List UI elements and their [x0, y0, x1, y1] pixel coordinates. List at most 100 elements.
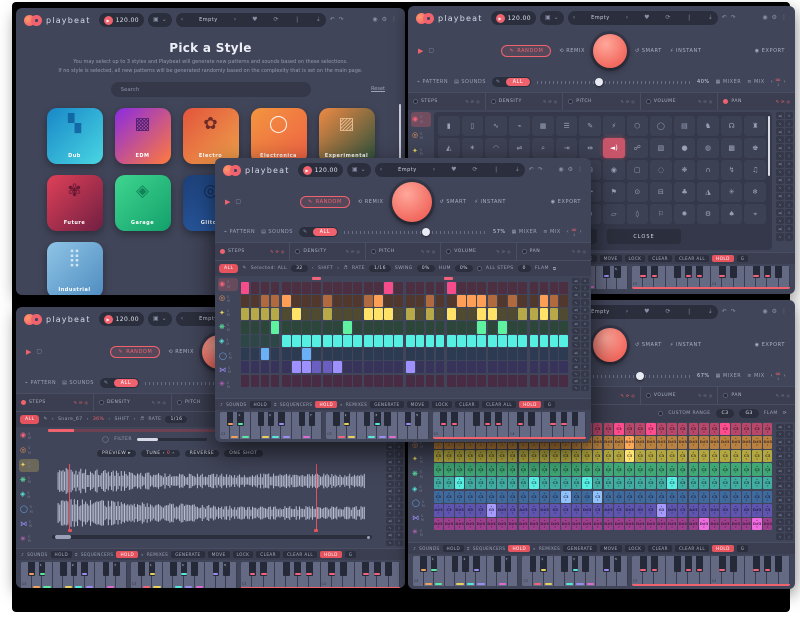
- tab-mini-icon[interactable]: ◎: [476, 99, 480, 104]
- pitch-cell[interactable]: ▴D#3▾: [657, 518, 666, 530]
- pitch-cell[interactable]: ▴D#3▾: [657, 436, 666, 448]
- step-cell[interactable]: [530, 375, 539, 387]
- pitch-down-arrow[interactable]: ▾: [512, 485, 514, 488]
- transport-play-button[interactable]: ▶: [104, 315, 113, 324]
- pitch-cell[interactable]: ▴C3▾: [604, 477, 613, 489]
- target-icon[interactable]: ⊙: [581, 378, 589, 384]
- pitch-down-arrow[interactable]: ▾: [756, 526, 758, 529]
- track-selector-8[interactable]: ✳SM: [411, 526, 431, 540]
- piano-black-key[interactable]: 5: [223, 562, 230, 576]
- clear-all-button[interactable]: CLEAR ALL: [675, 545, 709, 552]
- speaker-icon[interactable]: ◄): [572, 321, 580, 327]
- step-cell[interactable]: [488, 321, 497, 333]
- mute-button[interactable]: M: [227, 385, 230, 389]
- mute-button[interactable]: M: [419, 489, 422, 493]
- pitch-down-arrow[interactable]: ▾: [597, 458, 599, 461]
- pitch-cell[interactable]: ▴D#3▾: [763, 518, 772, 530]
- track-selector-7[interactable]: ⋈SM: [218, 364, 238, 377]
- step-cell[interactable]: [457, 308, 466, 320]
- pitch-cell[interactable]: ▴C3▾: [763, 463, 772, 475]
- pitch-down-arrow[interactable]: ▾: [523, 512, 525, 515]
- pitch-down-arrow[interactable]: ▾: [597, 526, 599, 529]
- pitch-cell[interactable]: ▴C3▾: [646, 491, 655, 503]
- pitch-down-arrow[interactable]: ▾: [586, 444, 588, 447]
- pitch-cell[interactable]: ▴D#3▾: [434, 518, 443, 530]
- piano-black-key[interactable]: [227, 412, 233, 426]
- piano-black-key[interactable]: [451, 412, 458, 426]
- step-cell[interactable]: [406, 295, 415, 307]
- piano-black-key[interactable]: [730, 556, 737, 572]
- tab-mini-icon[interactable]: ◎: [709, 99, 713, 104]
- target-icon[interactable]: ⊙: [785, 112, 793, 119]
- mixer-button[interactable]: ▦MIXER: [716, 79, 742, 85]
- step-cell[interactable]: [498, 361, 507, 373]
- pitch-down-arrow[interactable]: ▾: [767, 526, 769, 529]
- sound-icon-button[interactable]: ⊟: [650, 182, 672, 202]
- piano-black-key[interactable]: [685, 556, 692, 572]
- clear-button[interactable]: CLEAR: [648, 545, 672, 552]
- pitch-down-arrow[interactable]: ▾: [756, 444, 758, 447]
- pitch-down-arrow[interactable]: ▾: [501, 499, 503, 502]
- pitch-cell[interactable]: ▴C3▾: [657, 450, 666, 462]
- step-cell[interactable]: [302, 282, 311, 294]
- piano-black-key[interactable]: [685, 266, 692, 278]
- step-cell[interactable]: [488, 361, 497, 373]
- step-cell[interactable]: [550, 361, 559, 373]
- pitch-cell[interactable]: ▴C3▾: [720, 463, 729, 475]
- pitch-down-arrow[interactable]: ▾: [576, 471, 578, 474]
- step-cell[interactable]: [384, 375, 393, 387]
- pitch-down-arrow[interactable]: ▾: [523, 499, 525, 502]
- step-cell[interactable]: [550, 375, 559, 387]
- step-cell[interactable]: [518, 335, 527, 347]
- pitch-down-arrow[interactable]: ▾: [650, 458, 652, 461]
- step-cell[interactable]: [467, 375, 476, 387]
- pattern-toggle[interactable]: ⌁PATTERN: [25, 380, 56, 386]
- instant-button[interactable]: ⚡INSTANT: [670, 48, 702, 54]
- random-button[interactable]: ✎RANDOM: [300, 196, 350, 208]
- pitch-cell[interactable]: ▴C3▾: [720, 423, 729, 435]
- track-selector-1[interactable]: ◉SM: [411, 112, 431, 127]
- pitch-down-arrow[interactable]: ▾: [629, 485, 631, 488]
- curve-icon[interactable]: ∿: [776, 201, 784, 208]
- sequencers-hold-button[interactable]: HOLD: [508, 545, 530, 552]
- pitch-cell[interactable]: ▴C3▾: [476, 477, 485, 489]
- step-cell[interactable]: [406, 321, 415, 333]
- step-cell[interactable]: [540, 361, 549, 373]
- piano-black-key[interactable]: [260, 562, 267, 576]
- piano-black-key[interactable]: 3: [374, 412, 380, 426]
- step-cell[interactable]: [477, 335, 486, 347]
- step-cell[interactable]: [498, 321, 507, 333]
- pitch-cell[interactable]: ▴D#3▾: [625, 518, 634, 530]
- pitch-down-arrow[interactable]: ▾: [682, 471, 684, 474]
- style-tile-future[interactable]: ✾Future: [47, 175, 103, 231]
- next-icon[interactable]: ›: [337, 266, 339, 271]
- speaker-icon[interactable]: ◄): [776, 177, 784, 184]
- piano-black-key[interactable]: [28, 562, 35, 576]
- step-cell[interactable]: [312, 295, 321, 307]
- step-cell[interactable]: [282, 375, 291, 387]
- swing-value[interactable]: 0%: [417, 265, 435, 272]
- step-cell[interactable]: [241, 361, 250, 373]
- slider-knob[interactable]: [636, 372, 644, 380]
- pitch-cell[interactable]: ▴D#3▾: [689, 436, 698, 448]
- pitch-down-arrow[interactable]: ▾: [650, 444, 652, 447]
- pitch-cell[interactable]: ▴D#3▾: [710, 518, 719, 530]
- pitch-down-arrow[interactable]: ▾: [693, 471, 695, 474]
- pitch-down-arrow[interactable]: ▾: [608, 499, 610, 502]
- pitch-cell[interactable]: ▴D#3▾: [646, 518, 655, 530]
- pitch-cell[interactable]: ▴C3▾: [497, 491, 506, 503]
- step-cell[interactable]: [447, 295, 456, 307]
- step-cell[interactable]: [394, 375, 403, 387]
- pitch-cell[interactable]: ▴C3▾: [593, 504, 602, 516]
- mute-button[interactable]: M: [420, 445, 423, 449]
- sound-icon-button[interactable]: ⌁: [509, 116, 531, 136]
- pitch-down-arrow[interactable]: ▾: [639, 458, 641, 461]
- step-cell[interactable]: [426, 361, 435, 373]
- pitch-cell[interactable]: ▴C3▾: [752, 491, 761, 503]
- pitch-down-arrow[interactable]: ▾: [746, 458, 748, 461]
- step-cell[interactable]: [467, 282, 476, 294]
- tab-mini-icon[interactable]: ✎: [543, 99, 546, 104]
- step-cell[interactable]: [550, 282, 559, 294]
- lock-button[interactable]: LOCK: [625, 255, 646, 262]
- piano-black-key[interactable]: [494, 556, 501, 572]
